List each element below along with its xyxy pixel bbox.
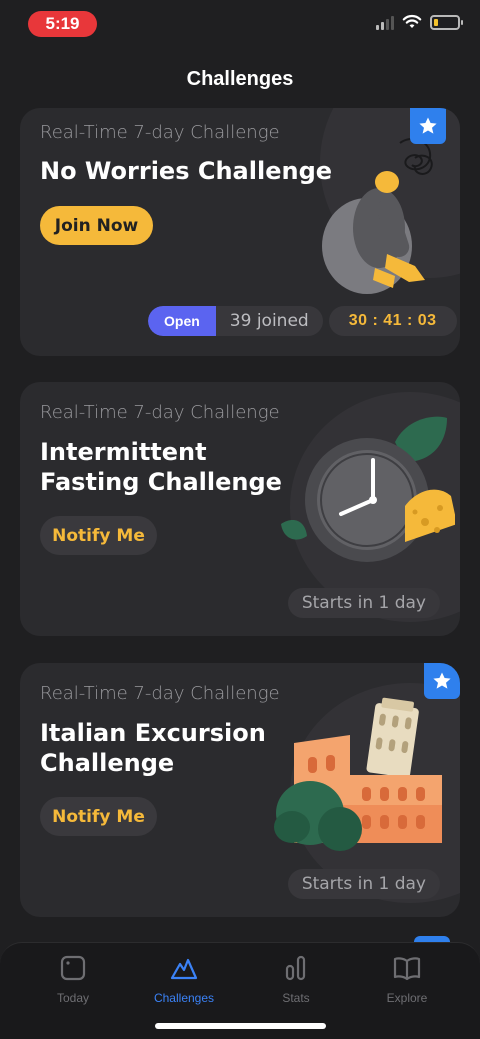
tab-challenges[interactable]: Challenges [136,953,232,1005]
join-now-button[interactable]: Join Now [40,206,153,245]
signal-icon [376,14,394,30]
joined-number: 39 [229,311,252,331]
star-icon [433,672,451,689]
card-title: Intermittent Fasting Challenge [40,438,282,496]
challenges-icon [170,958,198,980]
card-title: Italian Excursion Challenge [40,719,266,777]
tab-label: Explore [386,991,428,1005]
tab-explore[interactable]: Explore [359,953,455,1005]
tab-stats[interactable]: Stats [248,953,344,1005]
challenge-card-no-worries[interactable]: Real-Time 7-day Challenge No Worries Cha… [20,108,460,356]
tab-label: Stats [282,991,310,1005]
status-bar: 5:19 [0,0,480,50]
tab-today[interactable]: Today [25,953,121,1005]
notify-me-button[interactable]: Notify Me [40,797,157,836]
status-time: 5:19 [28,11,97,37]
status-badge: Open [148,306,216,336]
challenge-card-intermittent-fasting[interactable]: Real-Time 7-day Challenge Intermittent F… [20,382,460,636]
colosseum-pisa-illustration [274,697,442,851]
tab-label: Challenges [153,991,215,1005]
clock-cheese-illustration [281,416,455,562]
card-subtitle: Real-Time 7-day Challenge [40,122,280,143]
card-title: No Worries Challenge [40,157,333,185]
starts-in-pill: Starts in 1 day [287,588,440,618]
star-icon [419,117,437,134]
tab-label: Today [56,991,90,1005]
card-stats-row: Open 39 joined 30 : 41 : 03 [148,306,457,336]
challenge-card-italian-excursion[interactable]: Real-Time 7-day Challenge Italian Excurs… [20,663,460,917]
favorite-star-badge[interactable] [424,663,460,699]
card-subtitle: Real-Time 7-day Challenge [40,683,280,704]
worried-person-illustration [322,137,433,294]
countdown-timer: 30 : 41 : 03 [328,306,457,336]
status-icons [376,14,463,30]
home-indicator [155,1023,326,1029]
page-title: Challenges [186,68,294,90]
today-icon [60,955,86,981]
favorite-star-badge[interactable] [410,108,446,144]
notify-me-button[interactable]: Notify Me [40,516,157,555]
card-subtitle: Real-Time 7-day Challenge [40,402,280,423]
starts-in-pill: Starts in 1 day [287,869,440,899]
joined-group: Open 39 joined [148,306,323,336]
wifi-icon [402,14,422,28]
explore-icon [393,957,421,981]
stats-icon [285,955,306,981]
battery-icon [430,14,463,30]
joined-count: 39 joined [216,306,323,336]
joined-label: joined [256,311,309,331]
